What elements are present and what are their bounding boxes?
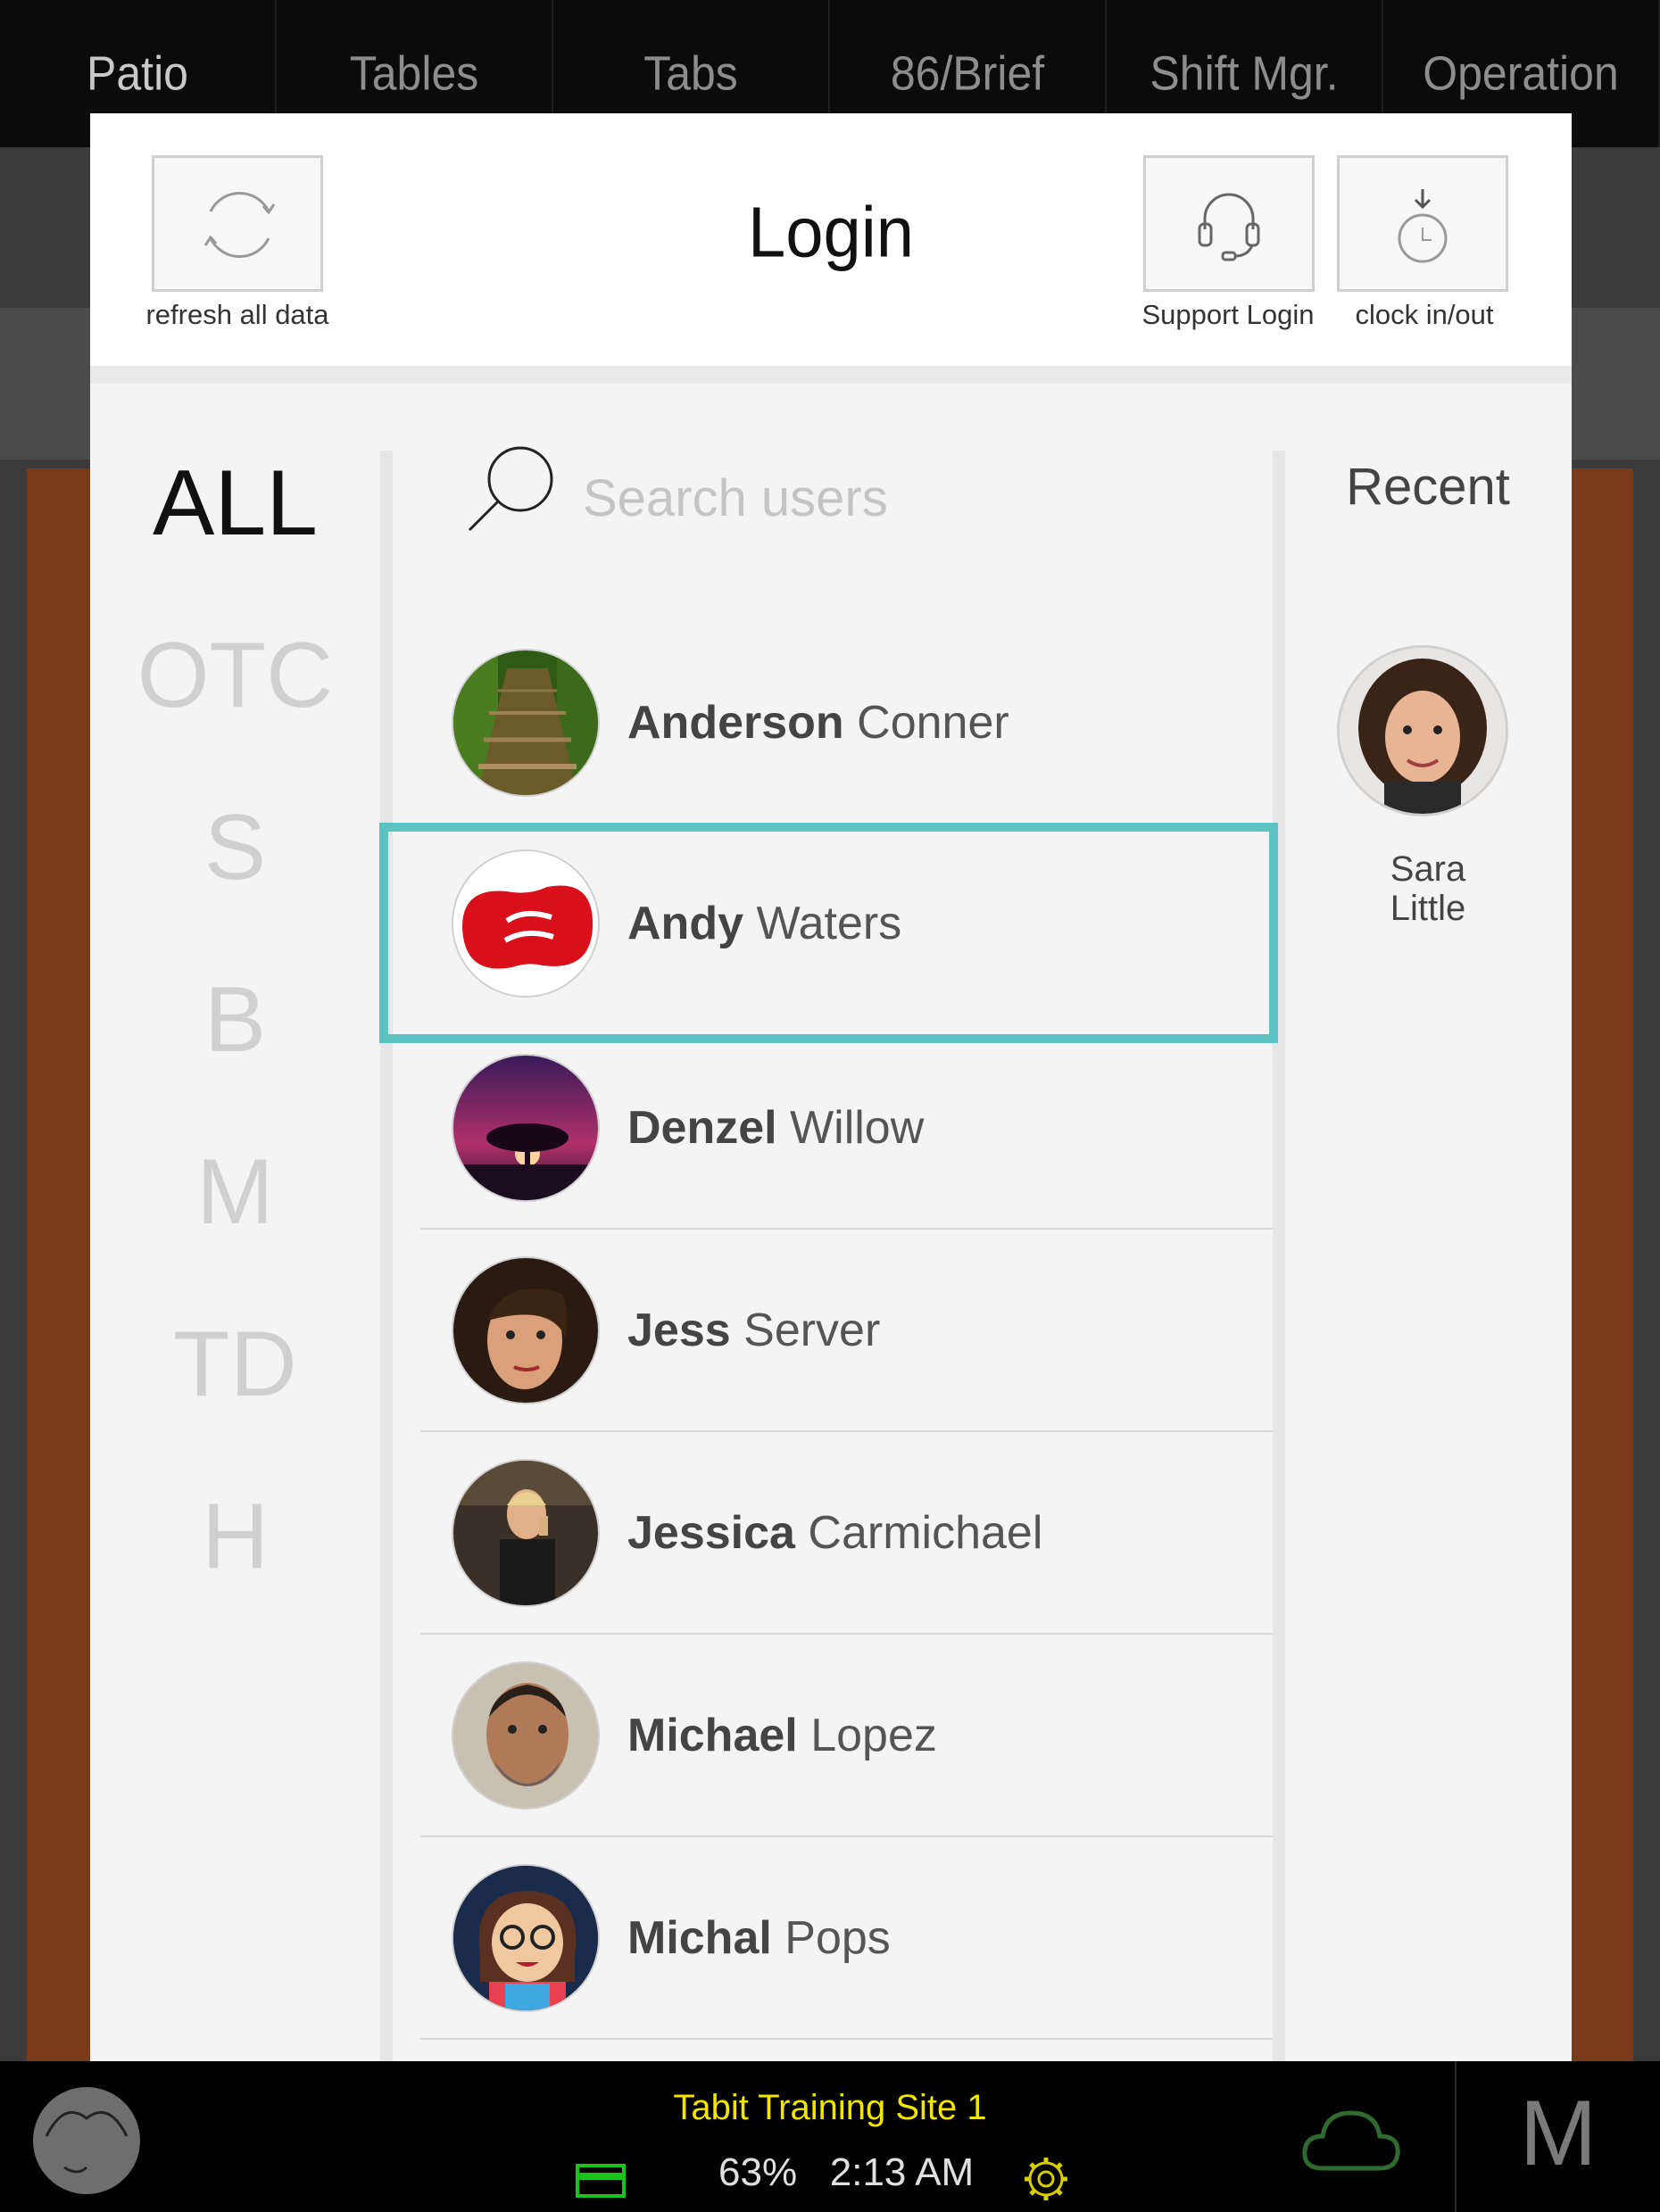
jelly-bean-logo-image xyxy=(453,851,598,996)
avatar xyxy=(452,849,600,998)
search-bar xyxy=(465,443,1250,551)
recent-user-name[interactable]: Sara Little xyxy=(1284,849,1572,928)
status-footer: Tabit Training Site 1 63% 2:13 AM M xyxy=(0,2061,1660,2212)
user-name: Denzel Willow xyxy=(627,1102,925,1154)
column-divider xyxy=(1273,451,1285,2061)
avatar xyxy=(452,1256,600,1404)
status-stats: 63% 2:13 AM xyxy=(718,2150,974,2195)
filter-h[interactable]: H xyxy=(90,1484,380,1590)
user-name: Anderson Conner xyxy=(627,697,1009,749)
sunset-tree-image xyxy=(453,1056,598,1200)
filter-otc[interactable]: OTC xyxy=(90,623,380,729)
refresh-label: refresh all data xyxy=(145,299,329,330)
forest-path-image xyxy=(453,650,598,795)
clock-in-out-button[interactable] xyxy=(1337,155,1508,292)
filter-b[interactable]: B xyxy=(90,967,380,1073)
avatar xyxy=(452,649,600,797)
battery-level: 63% xyxy=(718,2150,798,2194)
clock-in-out-label: clock in/out xyxy=(1355,299,1494,330)
woman-drinking-image xyxy=(453,1461,598,1605)
filter-m[interactable]: M xyxy=(90,1139,380,1246)
user-name: Michael Lopez xyxy=(627,1710,937,1761)
recent-title: Recent xyxy=(1346,458,1510,516)
login-modal: refresh all data Login Support Login clo… xyxy=(90,113,1572,2061)
user-row-anderson-conner[interactable]: Anderson Conner xyxy=(420,622,1273,824)
user-name: Michal Pops xyxy=(627,1912,891,1964)
user-row-partial[interactable] xyxy=(420,2040,1273,2061)
modal-header: refresh all data Login Support Login clo… xyxy=(90,113,1572,384)
user-row-jessica-carmichael[interactable]: Jessica Carmichael xyxy=(420,1432,1273,1635)
avatar xyxy=(452,1661,600,1810)
site-name: Tabit Training Site 1 xyxy=(673,2088,987,2127)
user-row-denzel-willow[interactable]: Denzel Willow xyxy=(420,1027,1273,1230)
settings-gear-icon[interactable] xyxy=(1021,2154,1071,2204)
credit-card-icon xyxy=(576,2164,626,2198)
curly-hair-woman-image xyxy=(1340,648,1506,814)
user-name: Andy Waters xyxy=(627,898,902,949)
headset-icon xyxy=(1198,193,1260,261)
user-row-michael-lopez[interactable]: Michael Lopez xyxy=(420,1635,1273,1837)
filter-s[interactable]: S xyxy=(90,795,380,901)
man-portrait-image xyxy=(453,1663,598,1808)
user-row-michal-pops[interactable]: Michal Pops xyxy=(420,1837,1273,2040)
user-row-andy-waters[interactable]: Andy Waters xyxy=(379,823,1278,1043)
avatar xyxy=(452,1054,600,1202)
avatar xyxy=(452,1864,600,2012)
user-name: Jessica Carmichael xyxy=(627,1507,1043,1559)
recent-user-avatar[interactable] xyxy=(1337,645,1508,816)
column-divider xyxy=(380,451,393,2061)
user-row-jess-server[interactable]: Jess Server xyxy=(420,1230,1273,1432)
user-name: Jess Server xyxy=(627,1305,881,1356)
avatar xyxy=(452,1459,600,1607)
support-login-label: Support Login xyxy=(1141,299,1315,330)
search-input[interactable] xyxy=(581,461,1209,534)
clock-icon xyxy=(1398,189,1448,263)
filter-td[interactable]: TD xyxy=(90,1312,380,1418)
clock-time: 2:13 AM xyxy=(829,2150,975,2194)
search-icon xyxy=(468,446,553,532)
filter-all[interactable]: ALL xyxy=(90,451,380,557)
woman-portrait-image xyxy=(453,1258,598,1403)
cartoon-girl-avatar-image xyxy=(453,1866,598,2010)
support-login-button[interactable] xyxy=(1143,155,1315,292)
manager-menu-button[interactable]: M xyxy=(1457,2081,1660,2187)
cloud-sync-icon[interactable] xyxy=(1299,2104,1403,2175)
